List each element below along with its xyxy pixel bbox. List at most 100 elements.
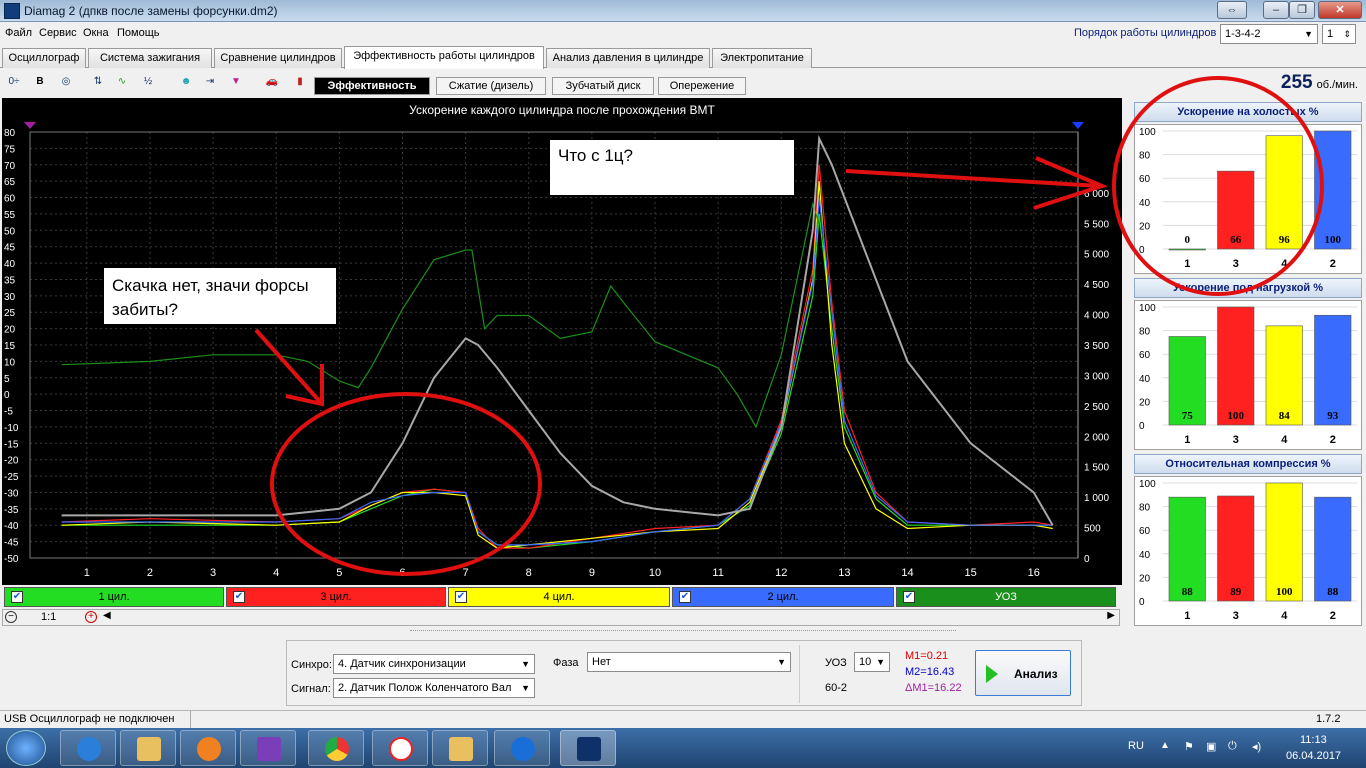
rpm-display: 255 об./мин. (1281, 72, 1358, 94)
battery-icon[interactable]: ▮ (290, 72, 310, 92)
y-right-tick-label: 2 000 (1084, 432, 1109, 443)
firing-order-count[interactable]: 1 ⇕ (1322, 24, 1356, 44)
checkbox-icon[interactable]: ✔ (679, 591, 691, 603)
menu-service[interactable]: Сервис (39, 27, 77, 39)
bar-value-label: 66 (1230, 234, 1242, 246)
y-right-tick-label: 4 000 (1084, 311, 1109, 322)
load-accel-title: Ускорение под нагрузкой % (1134, 278, 1362, 298)
maximize-button[interactable]: ❐ (1289, 1, 1315, 19)
tab-oscilloscope[interactable]: Осциллограф (2, 48, 86, 68)
order-icon[interactable]: ⇥ (200, 72, 220, 92)
scroll-right-icon[interactable]: ▶ (1107, 610, 1115, 621)
x-tick-label: 1 (84, 567, 90, 579)
legend-uoz[interactable]: ✔ УОЗ (896, 587, 1116, 607)
rpm-icon[interactable]: ◎ (56, 72, 76, 92)
bar-category-label: 2 (1330, 258, 1336, 270)
taskbar-explorer[interactable] (120, 730, 176, 766)
sort-icon[interactable]: ⇅ (88, 72, 108, 92)
car-icon[interactable]: 🚗 (262, 72, 282, 92)
zoom-in-icon[interactable]: + (85, 611, 97, 623)
clock-date[interactable]: 06.04.2017 (1286, 750, 1341, 762)
bar-category-label: 2 (1330, 610, 1336, 622)
analyze-button[interactable]: Анализ (975, 650, 1071, 696)
taskbar-ie[interactable] (60, 730, 116, 766)
scroll-left-icon[interactable]: ◀ (103, 610, 111, 621)
checkbox-icon[interactable]: ✔ (233, 591, 245, 603)
legend-cyl-4[interactable]: ✔ 4 цил. (448, 587, 670, 607)
taskbar-vs[interactable] (240, 730, 296, 766)
y-left-tick-label: 0 (4, 390, 10, 401)
subtab-compression[interactable]: Сжатие (дизель) (436, 77, 546, 95)
tray-volume-icon[interactable]: ◂) (1252, 740, 1261, 753)
curve-icon[interactable]: ∿ (112, 72, 132, 92)
zoom-out-icon[interactable]: − (5, 611, 17, 623)
settings-panel: Синхро: 4. Датчик синхронизации ▼ Сигнал:… (286, 640, 1082, 706)
taskbar-diamag[interactable] (560, 730, 616, 766)
uoz-select[interactable]: 10 ▼ (854, 652, 890, 672)
y-right-tick-label: 6 000 (1084, 189, 1109, 200)
tab-power-supply[interactable]: Электропитание (712, 48, 812, 68)
status-divider (190, 711, 191, 728)
menu-windows[interactable]: Окна (83, 27, 109, 39)
firing-order-select[interactable]: 1-3-4-2 ▼ (1220, 24, 1318, 44)
spinner-icon: ⇕ (1343, 29, 1351, 39)
fraction-icon[interactable]: ½ (138, 72, 158, 92)
language-indicator[interactable]: RU (1128, 740, 1144, 752)
bar-y-tick-label: 80 (1139, 503, 1151, 514)
subtab-toothed-disk[interactable]: Зубчатый диск (552, 77, 654, 95)
checkbox-icon[interactable]: ✔ (11, 591, 23, 603)
tray-network-icon[interactable]: ▣ (1206, 740, 1216, 753)
tab-cylinder-pressure[interactable]: Анализ давления в цилиндре (546, 48, 710, 68)
close-button[interactable]: ✕ (1318, 1, 1362, 19)
teamviewer-icon (511, 737, 535, 761)
y-left-tick-label: -45 (4, 538, 19, 549)
tray-flag-icon[interactable]: ⚑ (1184, 740, 1194, 753)
tab-ignition[interactable]: Система зажигания (88, 48, 212, 68)
taskbar: RU ▲ ⚑ ▣ ⏻ ◂) 11:13 06.04.2017 (0, 728, 1366, 768)
bar (1314, 130, 1352, 250)
menu-file[interactable]: Файл (5, 27, 32, 39)
tray-power-icon[interactable]: ⏻ (1228, 740, 1237, 753)
splitter[interactable] (410, 630, 956, 636)
zero-offset-icon[interactable]: 0÷ (4, 72, 24, 92)
menu-help[interactable]: Помощь (117, 27, 160, 39)
checkbox-icon[interactable]: ✔ (903, 591, 915, 603)
checkbox-icon[interactable]: ✔ (455, 591, 467, 603)
divider (799, 645, 800, 703)
compression-chart: 100 80 60 40 20 0 88 1 89 3 100 4 88 2 (1134, 476, 1362, 626)
series-line (61, 164, 1053, 549)
legend-cyl-2[interactable]: ✔ 2 цил. (672, 587, 894, 607)
title-bar: Diamag 2 (дпкв после замены форсунки.dm2… (0, 0, 1366, 22)
y-left-tick-label: 80 (4, 128, 16, 139)
x-tick-label: 11 (712, 567, 723, 579)
legend-cyl-3[interactable]: ✔ 3 цил. (226, 587, 446, 607)
sync-select[interactable]: 4. Датчик синхронизации ▼ (333, 654, 535, 674)
bar-category-label: 3 (1233, 610, 1239, 622)
taskbar-yandex[interactable] (372, 730, 428, 766)
clock-time[interactable]: 11:13 (1300, 734, 1327, 746)
chevron-down-icon: ▼ (521, 659, 530, 669)
restore-arrows-button[interactable]: ⇔ (1217, 1, 1247, 19)
x-tick-label: 5 (336, 567, 342, 579)
bold-icon[interactable]: B (30, 72, 50, 92)
start-button[interactable] (6, 730, 46, 766)
taskbar-chrome[interactable] (308, 730, 364, 766)
firing-order-count-value: 1 (1327, 28, 1334, 40)
subtab-efficiency[interactable]: Эффективность (314, 77, 430, 95)
filter-icon[interactable]: ▼ (226, 72, 246, 92)
people-icon[interactable]: ☻ (176, 72, 196, 92)
taskbar-teamviewer[interactable] (494, 730, 550, 766)
tab-cylinder-compare[interactable]: Сравнение цилиндров (214, 48, 342, 68)
bar-y-tick-label: 60 (1139, 526, 1151, 537)
taskbar-files[interactable] (432, 730, 488, 766)
subtab-advance[interactable]: Опережение (658, 77, 746, 95)
signal-select[interactable]: 2. Датчик Полож Коленчатого Вал ▼ (333, 678, 535, 698)
tray-arrow-icon[interactable]: ▲ (1160, 740, 1170, 751)
taskbar-media[interactable] (180, 730, 236, 766)
tab-cylinder-efficiency[interactable]: Эффективность работы цилиндров (344, 46, 544, 69)
bar-y-tick-label: 100 (1139, 303, 1156, 314)
minimize-button[interactable]: – (1263, 1, 1289, 19)
bar-category-label: 4 (1281, 434, 1288, 446)
phase-select[interactable]: Нет ▼ (587, 652, 791, 672)
legend-cyl-1[interactable]: ✔ 1 цил. (4, 587, 224, 607)
